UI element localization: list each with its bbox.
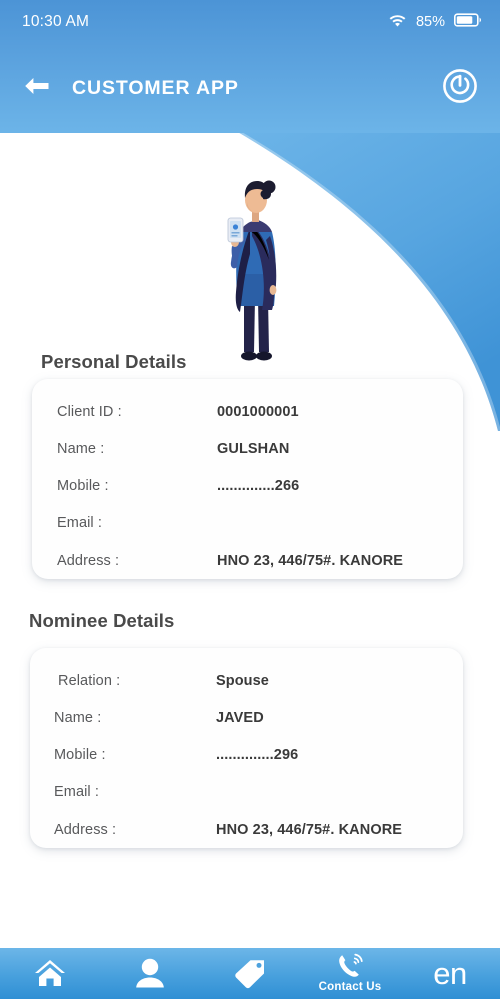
personal-details-card: Client ID : 0001000001 Name : GULSHAN Mo… bbox=[32, 379, 463, 579]
app-header: 10:30 AM 85% CUSTOMER APP bbox=[0, 0, 500, 133]
table-row: Name : GULSHAN bbox=[32, 430, 463, 467]
row-value: 0001000001 bbox=[217, 403, 299, 420]
row-label: Name : bbox=[54, 709, 102, 726]
nav-item-home[interactable] bbox=[0, 948, 100, 999]
row-label: Mobile : bbox=[54, 746, 106, 763]
nav-item-offers[interactable] bbox=[200, 948, 300, 999]
page-title: CUSTOMER APP bbox=[72, 77, 239, 99]
row-value: ..............266 bbox=[217, 477, 300, 494]
status-indicators: 85% bbox=[388, 12, 482, 32]
table-row: Email : bbox=[30, 773, 463, 810]
row-value: Spouse bbox=[216, 672, 269, 689]
status-bar: 10:30 AM 85% bbox=[0, 0, 500, 44]
personal-details-heading: Personal Details bbox=[41, 351, 187, 372]
back-button[interactable] bbox=[20, 72, 54, 106]
battery-percent-label: 85% bbox=[415, 14, 445, 30]
table-row: Mobile : ..............266 bbox=[32, 467, 463, 504]
table-row: Name : JAVED bbox=[30, 699, 463, 736]
wifi-icon bbox=[388, 13, 407, 32]
bottom-navigation-bar: Contact Us en bbox=[0, 948, 500, 999]
row-value: ..............296 bbox=[216, 746, 299, 763]
nav-item-contact-us[interactable]: Contact Us bbox=[300, 948, 400, 999]
row-value: JAVED bbox=[216, 709, 264, 726]
power-icon bbox=[442, 68, 478, 109]
table-row: Address : HNO 23, 446/75#. KANORE bbox=[32, 542, 463, 579]
row-label: Name : bbox=[57, 440, 105, 457]
phone-icon bbox=[335, 952, 365, 980]
customer-app-screen: 10:30 AM 85% CUSTOMER APP Personal Detai… bbox=[0, 0, 500, 999]
table-row: Relation : Spouse bbox=[30, 662, 463, 699]
nav-item-language[interactable]: en bbox=[400, 948, 500, 999]
row-value: GULSHAN bbox=[217, 440, 290, 457]
row-label: Address : bbox=[57, 552, 120, 569]
row-label: Mobile : bbox=[57, 477, 109, 494]
nominee-details-card: Relation : Spouse Name : JAVED Mobile : … bbox=[30, 648, 463, 848]
home-icon bbox=[33, 957, 67, 989]
table-row: Email : bbox=[32, 504, 463, 541]
nav-label-contact-us: Contact Us bbox=[318, 981, 382, 993]
content-area: Personal Details Client ID : 0001000001 … bbox=[0, 133, 500, 948]
tag-icon bbox=[233, 957, 267, 989]
row-value: HNO 23, 446/75#. KANORE bbox=[216, 821, 403, 838]
nav-item-profile[interactable] bbox=[100, 948, 200, 999]
back-arrow-icon bbox=[23, 76, 51, 101]
table-row: Mobile : ..............296 bbox=[30, 736, 463, 773]
battery-icon bbox=[454, 12, 482, 32]
table-row: Client ID : 0001000001 bbox=[32, 393, 463, 430]
table-row: Address : HNO 23, 446/75#. KANORE bbox=[30, 811, 463, 848]
row-label: Relation : bbox=[58, 672, 121, 689]
nominee-details-heading: Nominee Details bbox=[29, 610, 175, 631]
row-value: HNO 23, 446/75#. KANORE bbox=[217, 552, 404, 569]
row-label: Address : bbox=[54, 821, 117, 838]
status-time: 10:30 AM bbox=[22, 13, 90, 30]
person-icon bbox=[135, 957, 165, 989]
logout-power-button[interactable] bbox=[442, 68, 478, 109]
row-label: Client ID : bbox=[57, 403, 122, 420]
row-label: Email : bbox=[57, 514, 103, 531]
language-text: en bbox=[433, 956, 467, 991]
row-label: Email : bbox=[54, 783, 100, 800]
app-bar: CUSTOMER APP bbox=[0, 44, 500, 133]
